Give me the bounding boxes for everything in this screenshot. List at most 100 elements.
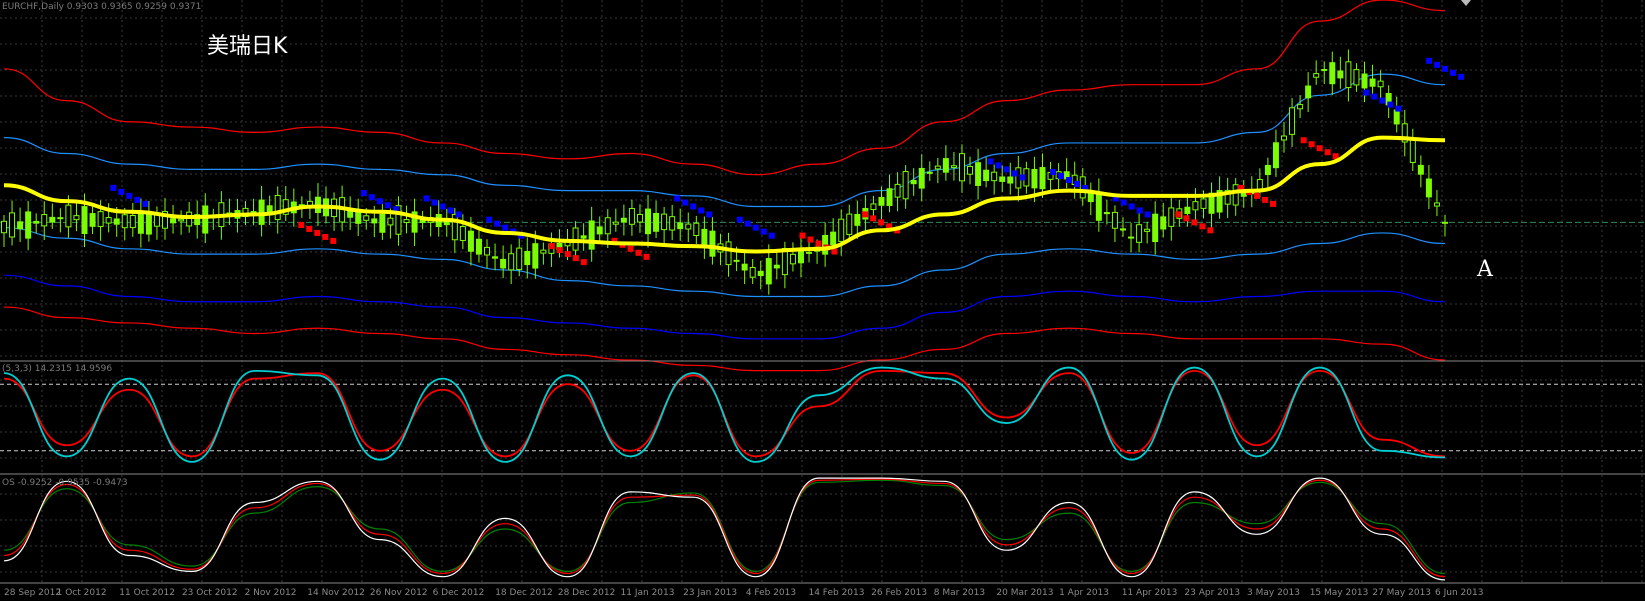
candle-body xyxy=(749,267,756,278)
candle-body xyxy=(1184,206,1191,214)
sar-marker xyxy=(690,203,697,210)
candle-body xyxy=(830,231,837,246)
sar-marker xyxy=(1379,97,1386,104)
candle-body xyxy=(1031,168,1038,189)
candle-body xyxy=(49,216,56,223)
candle-body xyxy=(797,250,804,264)
candle-body xyxy=(588,220,595,250)
moving-average-line xyxy=(3,135,1446,254)
candle-body xyxy=(25,211,32,239)
candle-body xyxy=(870,203,877,211)
sar-marker xyxy=(1191,219,1198,226)
candle-body xyxy=(9,212,16,238)
date-tick-label: 20 Mar 2013 xyxy=(996,588,1054,598)
sar-marker xyxy=(1128,203,1135,210)
candle-body xyxy=(1353,69,1360,86)
sar-marker xyxy=(1308,141,1315,148)
candle-body xyxy=(467,230,474,252)
date-tick-label: 2 Nov 2012 xyxy=(244,588,297,598)
date-tick-label: 15 May 2013 xyxy=(1309,588,1369,598)
date-tick-label: 4 Feb 2013 xyxy=(745,588,797,598)
sar-marker xyxy=(878,219,885,226)
candle-body xyxy=(773,264,780,269)
candle-body xyxy=(685,223,692,230)
sar-marker xyxy=(736,216,743,223)
candle-body xyxy=(1136,224,1143,243)
date-tick-label: 3 May 2013 xyxy=(1247,588,1300,598)
sar-marker xyxy=(1324,149,1331,156)
candle-body xyxy=(33,220,40,224)
date-tick-label: 1 Apr 2013 xyxy=(1059,588,1109,598)
candle-body xyxy=(1345,61,1352,89)
candle-body xyxy=(387,217,394,226)
candle-body xyxy=(540,249,547,254)
candle-body xyxy=(379,213,386,233)
candle-body xyxy=(983,169,990,182)
symbol-label: EURCHF,Daily 0.9303 0.9365 0.9259 0.9371 xyxy=(2,2,202,12)
sar-marker xyxy=(1300,137,1307,144)
chart-title: 美瑞日K xyxy=(207,34,288,59)
candle-body xyxy=(620,217,627,223)
candle-body xyxy=(846,213,853,235)
date-tick-label: 23 Jan 2013 xyxy=(683,588,738,598)
candle-body xyxy=(789,253,796,265)
date-tick-label: 23 Oct 2012 xyxy=(181,588,238,598)
date-tick-label: 8 Mar 2013 xyxy=(933,588,986,598)
date-tick-label: 23 Apr 2013 xyxy=(1184,588,1241,598)
sar-marker xyxy=(706,211,713,218)
candle-body xyxy=(81,206,88,235)
candle-body xyxy=(186,211,193,227)
sar-marker xyxy=(768,232,775,239)
sar-marker xyxy=(1270,200,1277,207)
candle-body xyxy=(1095,192,1102,221)
candle-body xyxy=(934,165,941,170)
candle-body xyxy=(942,158,949,173)
candle-body xyxy=(524,250,531,266)
candle-body xyxy=(894,183,901,198)
sar-marker xyxy=(1183,215,1190,222)
sar-marker xyxy=(134,196,141,203)
candle-body xyxy=(918,167,925,189)
sar-marker xyxy=(368,194,375,201)
shift-marker-icon[interactable] xyxy=(1461,0,1471,6)
marker-label-a: A xyxy=(1477,257,1493,282)
sar-marker xyxy=(1003,166,1010,173)
sar-marker xyxy=(1074,181,1081,187)
sar-marker xyxy=(384,202,391,209)
candle-body xyxy=(1264,164,1271,176)
date-tick-label: 11 Oct 2012 xyxy=(119,588,175,598)
candle-body xyxy=(500,258,507,269)
date-tick-label: 14 Nov 2012 xyxy=(307,588,365,598)
candle-body xyxy=(89,213,96,227)
date-tick-label: 26 Nov 2012 xyxy=(369,588,428,598)
sar-marker xyxy=(1426,57,1432,64)
sar-marker xyxy=(698,207,705,214)
candle-body xyxy=(1119,228,1126,231)
candle-body xyxy=(1103,212,1110,215)
date-tick-label: 6 Dec 2012 xyxy=(432,588,485,598)
sar-marker xyxy=(1199,223,1206,230)
candle-body xyxy=(1313,73,1320,78)
sar-marker xyxy=(1363,89,1370,96)
date-tick-label: 26 Feb 2013 xyxy=(871,588,928,598)
sar-marker xyxy=(987,158,994,165)
candle-body xyxy=(1377,80,1384,88)
candle-body xyxy=(363,215,370,221)
candle-body xyxy=(1425,178,1432,198)
sar-marker xyxy=(635,249,642,256)
sar-marker xyxy=(1316,145,1323,152)
candle-body xyxy=(1433,202,1440,207)
candle-body xyxy=(653,212,660,232)
candle-body xyxy=(1393,109,1400,125)
candle-body xyxy=(113,218,120,225)
sar-marker xyxy=(494,220,501,227)
candle-body xyxy=(129,214,136,229)
sar-marker xyxy=(126,192,133,199)
lower-oscillator-pane xyxy=(3,477,1446,581)
sar-marker xyxy=(298,221,305,228)
candle-body xyxy=(1305,85,1312,99)
candle-body xyxy=(1192,201,1199,211)
sar-marker xyxy=(110,184,117,191)
sar-marker xyxy=(1136,207,1143,214)
candle-body xyxy=(854,213,861,226)
